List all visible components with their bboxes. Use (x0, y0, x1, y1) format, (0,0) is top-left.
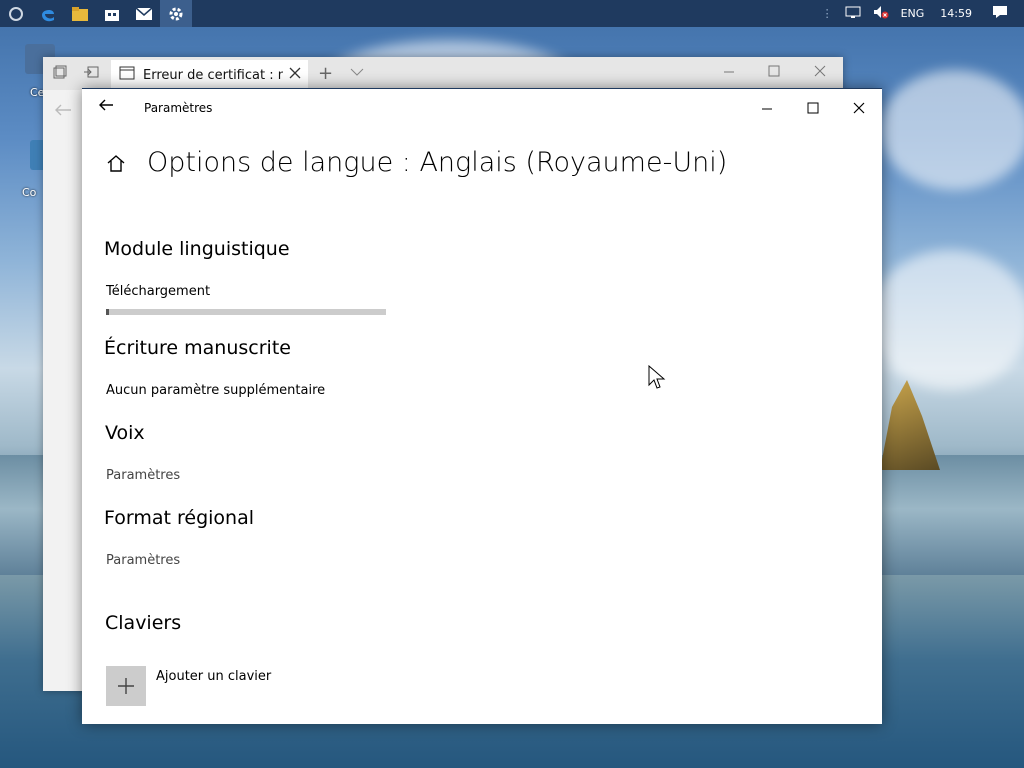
settings-gear-icon[interactable] (160, 0, 192, 27)
set-tabs-aside-icon[interactable] (83, 65, 99, 83)
back-arrow-icon[interactable] (98, 97, 114, 116)
store-icon[interactable] (96, 0, 128, 27)
maximize-button[interactable] (790, 89, 836, 127)
regional-settings-button[interactable]: Paramètres (106, 553, 180, 568)
new-tab-icon[interactable]: + (318, 63, 333, 84)
mouse-cursor-icon (648, 365, 666, 389)
overflow-dots-icon[interactable]: ⋮ (822, 7, 833, 20)
page-icon (119, 66, 135, 84)
network-icon[interactable] (845, 6, 861, 22)
download-progress-fill (106, 309, 109, 315)
chevron-down-icon[interactable] (350, 65, 364, 81)
page-title: Options de langue : Anglais (Royaume-Uni… (147, 147, 728, 178)
edge-icon[interactable] (32, 0, 64, 27)
clock[interactable]: 14:59 (940, 7, 972, 20)
handwriting-note: Aucun paramètre supplémentaire (106, 383, 326, 398)
cortana-icon[interactable] (0, 0, 32, 27)
close-icon[interactable] (814, 65, 826, 81)
browser-tab-bar: Erreur de certificat : nav + (43, 57, 843, 90)
maximize-icon[interactable] (768, 65, 780, 81)
section-heading-voice: Voix (105, 422, 145, 444)
file-explorer-icon[interactable] (64, 0, 96, 27)
close-tab-icon[interactable] (289, 67, 301, 83)
volume-muted-icon[interactable] (873, 5, 889, 22)
desktop-icon-label: Co (22, 186, 37, 199)
cloud-decoration (870, 250, 1024, 390)
minimize-icon[interactable] (723, 65, 735, 81)
download-progress-bar (106, 309, 386, 315)
back-arrow-icon[interactable] (54, 102, 72, 121)
voice-settings-button[interactable]: Paramètres (106, 468, 180, 483)
home-icon[interactable] (106, 153, 126, 173)
minimize-button[interactable] (744, 89, 790, 127)
rock-background (880, 380, 940, 470)
language-indicator[interactable]: ENG (901, 7, 925, 20)
page-header: Options de langue : Anglais (Royaume-Uni… (106, 147, 727, 178)
plus-icon (118, 678, 134, 694)
browser-nav-strip (43, 90, 83, 691)
section-heading-regional-format: Format régional (104, 507, 255, 529)
tabs-aside-icon[interactable] (53, 65, 67, 83)
browser-tab[interactable]: Erreur de certificat : nav (111, 60, 308, 90)
app-title: Paramètres (144, 101, 213, 115)
add-keyboard-button[interactable] (106, 666, 146, 706)
close-button[interactable] (836, 89, 882, 127)
download-status-label: Téléchargement (106, 284, 211, 299)
settings-window: Paramètres Options de langue : Anglais (… (82, 88, 882, 724)
section-heading-language-pack: Module linguistique (104, 238, 290, 260)
section-heading-handwriting: Écriture manuscrite (104, 337, 291, 359)
settings-titlebar: Paramètres (82, 89, 882, 127)
mail-icon[interactable] (128, 0, 160, 27)
taskbar: ⋮ ENG 14:59 (0, 0, 1024, 27)
browser-tab-title: Erreur de certificat : nav (143, 67, 283, 83)
section-heading-keyboards: Claviers (105, 612, 182, 634)
notifications-icon[interactable] (992, 5, 1008, 22)
cloud-decoration (880, 70, 1024, 190)
add-keyboard-label[interactable]: Ajouter un clavier (156, 669, 271, 684)
